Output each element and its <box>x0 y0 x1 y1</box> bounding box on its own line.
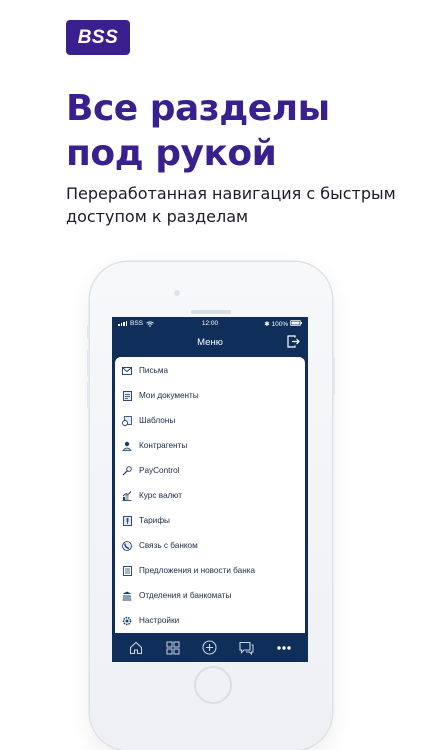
menu-item-news[interactable]: Предложения и новости банка <box>115 558 305 583</box>
screen-title: Меню <box>197 336 223 348</box>
camera-dot <box>174 290 180 296</box>
contact-icon <box>122 441 132 451</box>
menu-item-label: Тарифы <box>139 516 170 525</box>
tariff-icon <box>122 515 132 526</box>
hero-subtitle: Переработанная навигация с быстрым досту… <box>66 184 396 226</box>
tab-home[interactable] <box>127 639 145 657</box>
tab-more[interactable] <box>275 639 293 657</box>
menu-item-tariffs[interactable]: Тарифы <box>115 508 305 533</box>
menu-item-settings[interactable]: Настройки <box>115 608 305 633</box>
settings-icon <box>122 616 132 626</box>
menu-item-label: Контрагенты <box>139 441 188 450</box>
tab-bar <box>112 633 308 662</box>
phone-earpiece <box>191 310 231 314</box>
tab-grid[interactable] <box>164 639 182 657</box>
phone-call-icon <box>122 540 132 551</box>
nav-bar: Меню <box>112 330 308 354</box>
side-button <box>87 350 90 376</box>
grid-icon <box>166 641 180 654</box>
menu-item-documents[interactable]: Мои документы <box>115 383 305 408</box>
menu-item-label: PayControl <box>139 466 180 475</box>
menu-item-counterparties[interactable]: Контрагенты <box>115 433 305 458</box>
menu-item-currency[interactable]: Курс валют <box>115 483 305 508</box>
menu-item-label: Письма <box>139 366 169 375</box>
side-button <box>87 325 90 339</box>
logout-icon[interactable] <box>287 335 300 348</box>
status-time: 12:00 <box>201 320 219 327</box>
carrier-label: BSS <box>130 320 144 327</box>
bss-logo: BSS <box>66 20 130 55</box>
menu-item-label: Мои документы <box>139 391 199 400</box>
app-screen: BSS 12:00 ✱ 100% Меню Письма Мои докумен <box>112 317 308 662</box>
menu-list: Письма Мои документы Шаблоны Контрагенты… <box>115 357 305 633</box>
side-button <box>332 358 335 394</box>
hero-title: Все разделы под рукой <box>66 88 330 174</box>
paycontrol-icon <box>122 465 132 476</box>
battery-icon <box>290 319 302 326</box>
more-icon <box>276 645 291 650</box>
menu-item-label: Шаблоны <box>139 416 176 425</box>
side-button <box>87 382 90 408</box>
bank-icon <box>122 591 132 601</box>
status-bar: BSS 12:00 ✱ 100% <box>112 317 308 330</box>
home-icon <box>130 641 143 654</box>
news-icon <box>122 565 132 576</box>
tab-create[interactable] <box>201 639 219 657</box>
menu-item-contact-bank[interactable]: Связь с банком <box>115 533 305 558</box>
currency-chart-icon <box>122 490 132 501</box>
menu-item-label: Связь с банком <box>139 541 198 550</box>
tab-chat[interactable] <box>238 639 256 657</box>
signal-icon <box>118 321 127 326</box>
menu-item-paycontrol[interactable]: PayControl <box>115 458 305 483</box>
home-button <box>194 666 232 704</box>
wifi-icon <box>146 320 154 327</box>
menu-item-templates[interactable]: Шаблоны <box>115 408 305 433</box>
menu-item-label: Настройки <box>139 616 180 625</box>
document-icon <box>122 390 132 401</box>
menu-item-label: Отделения и банкоматы <box>139 591 232 600</box>
battery-indicator: ✱ 100% <box>241 319 302 328</box>
battery-percent: 100% <box>271 320 289 328</box>
menu-item-letters[interactable]: Письма <box>115 358 305 383</box>
template-icon <box>122 415 132 426</box>
menu-item-label: Предложения и новости банка <box>139 566 256 575</box>
chat-icon <box>239 641 254 655</box>
mail-icon <box>122 366 132 376</box>
menu-item-label: Курс валют <box>139 491 182 500</box>
plus-circle-icon <box>202 640 218 655</box>
menu-item-branches[interactable]: Отделения и банкоматы <box>115 583 305 608</box>
bluetooth-icon: ✱ <box>264 320 270 328</box>
